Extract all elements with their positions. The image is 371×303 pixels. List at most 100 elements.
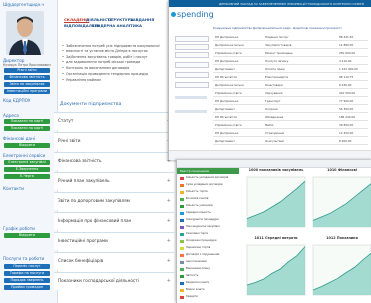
accordion-item[interactable]: Статут+ xyxy=(54,112,174,130)
legend-item[interactable]: Неконкурентні закупівлі xyxy=(180,225,238,230)
accordion-item[interactable]: Річний план закупівель + xyxy=(54,172,174,190)
accordion-item[interactable]: Список бенефіціарів + xyxy=(54,252,174,270)
table-row[interactable]: Управління освіти Харчування 410 500,00 xyxy=(213,89,368,97)
sidebar-button-1[interactable]: Ріжні звіти xyxy=(4,68,50,73)
chart-panel: 1010 Фінансові xyxy=(311,168,371,232)
legend-item[interactable]: Кількість укладених договорів xyxy=(180,176,238,181)
filter-field-2[interactable] xyxy=(175,44,209,50)
services-button-1[interactable]: Електронні закупівлі xyxy=(4,160,50,165)
expand-icon[interactable]: + xyxy=(167,218,171,224)
accordion-item-label: Фінансова звітність xyxy=(58,158,102,163)
legend-item[interactable]: Сума укладених договорів xyxy=(180,183,238,188)
legend-item[interactable]: Скасовані торги xyxy=(180,232,238,237)
table-row[interactable]: Управління освіти Ремонт приміщень 250 600… xyxy=(213,49,368,57)
legend-swatch xyxy=(180,233,184,236)
table-row[interactable]: КП Дніпровське Послуги зв'язку 4 210,00 xyxy=(213,57,368,65)
table-cell: Канцтовари xyxy=(265,83,283,87)
area-chart xyxy=(246,244,306,296)
services-heading: Електронні сервіси xyxy=(3,153,46,158)
bullet-2: власності та установ міста Дніпра в посл… xyxy=(62,49,148,53)
legend-item[interactable]: Інші показники xyxy=(180,260,238,265)
expand-icon[interactable]: + xyxy=(167,278,171,284)
expand-icon[interactable]: + xyxy=(167,238,171,244)
legend-swatch xyxy=(180,247,184,250)
table-row[interactable]: КП Дніпровське Страхування 12 450,00 xyxy=(213,129,368,137)
table-cell: Управління освіти xyxy=(215,91,242,95)
legend-label: Кількість торгів xyxy=(186,190,208,193)
chart-title: 1011 Середні витрати xyxy=(254,236,298,240)
table-row[interactable]: КП Дніпровське Надання послуг 88 431,50 xyxy=(213,33,368,41)
show-map-button[interactable]: Показати на карті xyxy=(4,119,50,124)
sidebar-button-4[interactable]: Інвестиційні програми xyxy=(4,89,50,94)
table-row[interactable]: Департамент Оплата праці 1 322 400,00 xyxy=(213,65,368,73)
legend-item[interactable]: Економія коштів xyxy=(180,197,238,202)
bottom-button-1[interactable]: Перелік послуг xyxy=(4,264,50,269)
legend-item[interactable]: Конкурентні процедури xyxy=(180,218,238,223)
table-cell: 4 210,00 xyxy=(339,59,352,63)
table-cell: 8 900,00 xyxy=(339,139,352,143)
bottom-button-3[interactable]: Порядок звернень xyxy=(4,278,50,283)
range-slider-2[interactable] xyxy=(175,110,207,113)
legend-item[interactable]: Середня кількість xyxy=(180,211,238,216)
open-map-button-2[interactable]: Показати на карті xyxy=(4,126,50,131)
filter-field-5[interactable] xyxy=(175,72,209,78)
legend-item[interactable]: Кількість торгів xyxy=(180,190,238,195)
expand-icon[interactable]: + xyxy=(167,178,171,184)
services-button-2[interactable]: Е-Звернення xyxy=(4,167,50,172)
table-cell: 1 322 400,00 xyxy=(339,67,358,71)
accordion-item[interactable]: Інформація про фінансовий план + xyxy=(54,212,174,230)
table-row[interactable]: Департамент Консультації 8 900,00 xyxy=(213,137,368,145)
filter-field-1[interactable] xyxy=(175,36,209,42)
legend-item[interactable]: Звітність xyxy=(180,274,238,279)
accordion-item[interactable]: Фінансова звітність + xyxy=(54,152,174,170)
spending-window: ДЕРЖАВНИЙ ЗАКЛАД ЗА ЗАБЕЗПЕЧЕННЯМ ІНФОРМ… xyxy=(168,0,371,160)
legend-item[interactable]: Власні кошти xyxy=(180,288,238,293)
legend-item[interactable]: Кількість учасників xyxy=(180,204,238,209)
chart-panel: 1011 Середні витрати xyxy=(245,236,307,300)
table-row[interactable]: КП Дніпровське Транспорт 77 900,00 xyxy=(213,97,368,105)
legend-label: Власні кошти xyxy=(186,288,205,291)
legend-item[interactable]: Переможці торгів xyxy=(180,246,238,251)
table-row[interactable]: Управління освіти Меблі 39 800,00 xyxy=(213,121,368,129)
services-button-3[interactable]: Е-Черга xyxy=(4,174,50,179)
sidebar-button-2[interactable]: Фінансова звітність xyxy=(4,75,50,80)
table-row[interactable]: Дніпровське міське Канцтовари 6 030,00 xyxy=(213,81,368,89)
accordion-item[interactable]: Інвестиційні програми + xyxy=(54,232,174,250)
legend-item[interactable]: Договори з порушенням xyxy=(180,253,238,258)
bullet-3: Здійснення закупівель товарів, робіт і п… xyxy=(62,55,148,59)
table-cell: 77 900,00 xyxy=(339,99,354,103)
table-row[interactable]: Дніпровське міське Закупівля товарів 12 88… xyxy=(213,41,368,49)
accordion-item-label: Інвестиційні програми xyxy=(58,238,108,243)
bottom-button-4[interactable]: Прийом громадян xyxy=(4,285,50,290)
legend-item[interactable]: Виконання плану xyxy=(180,267,238,272)
sidebar-button-3[interactable]: Звіти по закупівлях xyxy=(4,82,50,87)
accordion-item[interactable]: Річні звіти+ xyxy=(54,132,174,150)
schedule-heading: Графік роботи xyxy=(3,226,35,231)
legend-item[interactable]: Оскаржені процедури xyxy=(180,239,238,244)
spending-footer xyxy=(169,150,371,160)
filter-field-3[interactable] xyxy=(175,52,209,58)
filter-field-6[interactable] xyxy=(175,82,209,88)
tab-tender-analytics[interactable]: ТЕНДЕРНА АНАЛІТИКА xyxy=(92,23,142,28)
table-cell: 12 880,00 xyxy=(339,43,354,47)
expand-icon[interactable]: + xyxy=(167,198,171,204)
table-row[interactable]: КП Міськсвітло Електроенергія 98 110,75 xyxy=(213,73,368,81)
table-cell: 186 240,00 xyxy=(339,115,356,119)
bullet-5: Контроль за виконанням договорів xyxy=(62,66,129,70)
schedule-button[interactable]: Відкрити xyxy=(4,233,50,238)
legend-item[interactable]: Кредити xyxy=(180,295,238,300)
table-row[interactable]: КП Міськсвітло Обладнання 186 240,00 xyxy=(213,113,368,121)
accordion-item[interactable]: Показники господарської діяльності + xyxy=(54,272,174,290)
table-row[interactable]: Департамент Охорона 54 300,00 xyxy=(213,105,368,113)
bottom-button-2[interactable]: Тарифи на послуги xyxy=(4,271,50,276)
accordion-item-label: Статут xyxy=(58,118,74,123)
filter-field-4[interactable] xyxy=(175,62,209,68)
range-slider[interactable] xyxy=(175,96,207,99)
legend-item[interactable]: Бюджетні кошти xyxy=(180,281,238,286)
table-cell: КП Міськсвітло xyxy=(215,115,238,119)
expand-icon[interactable]: + xyxy=(167,258,171,264)
tab-tasks[interactable]: ЗАВДАННЯ xyxy=(130,17,154,22)
accordion-item[interactable]: Звіти по допорговим закупівлям + xyxy=(54,192,174,210)
spending-logo[interactable]: spending xyxy=(177,10,214,19)
finance-open-button[interactable]: Відкрити xyxy=(4,143,50,148)
